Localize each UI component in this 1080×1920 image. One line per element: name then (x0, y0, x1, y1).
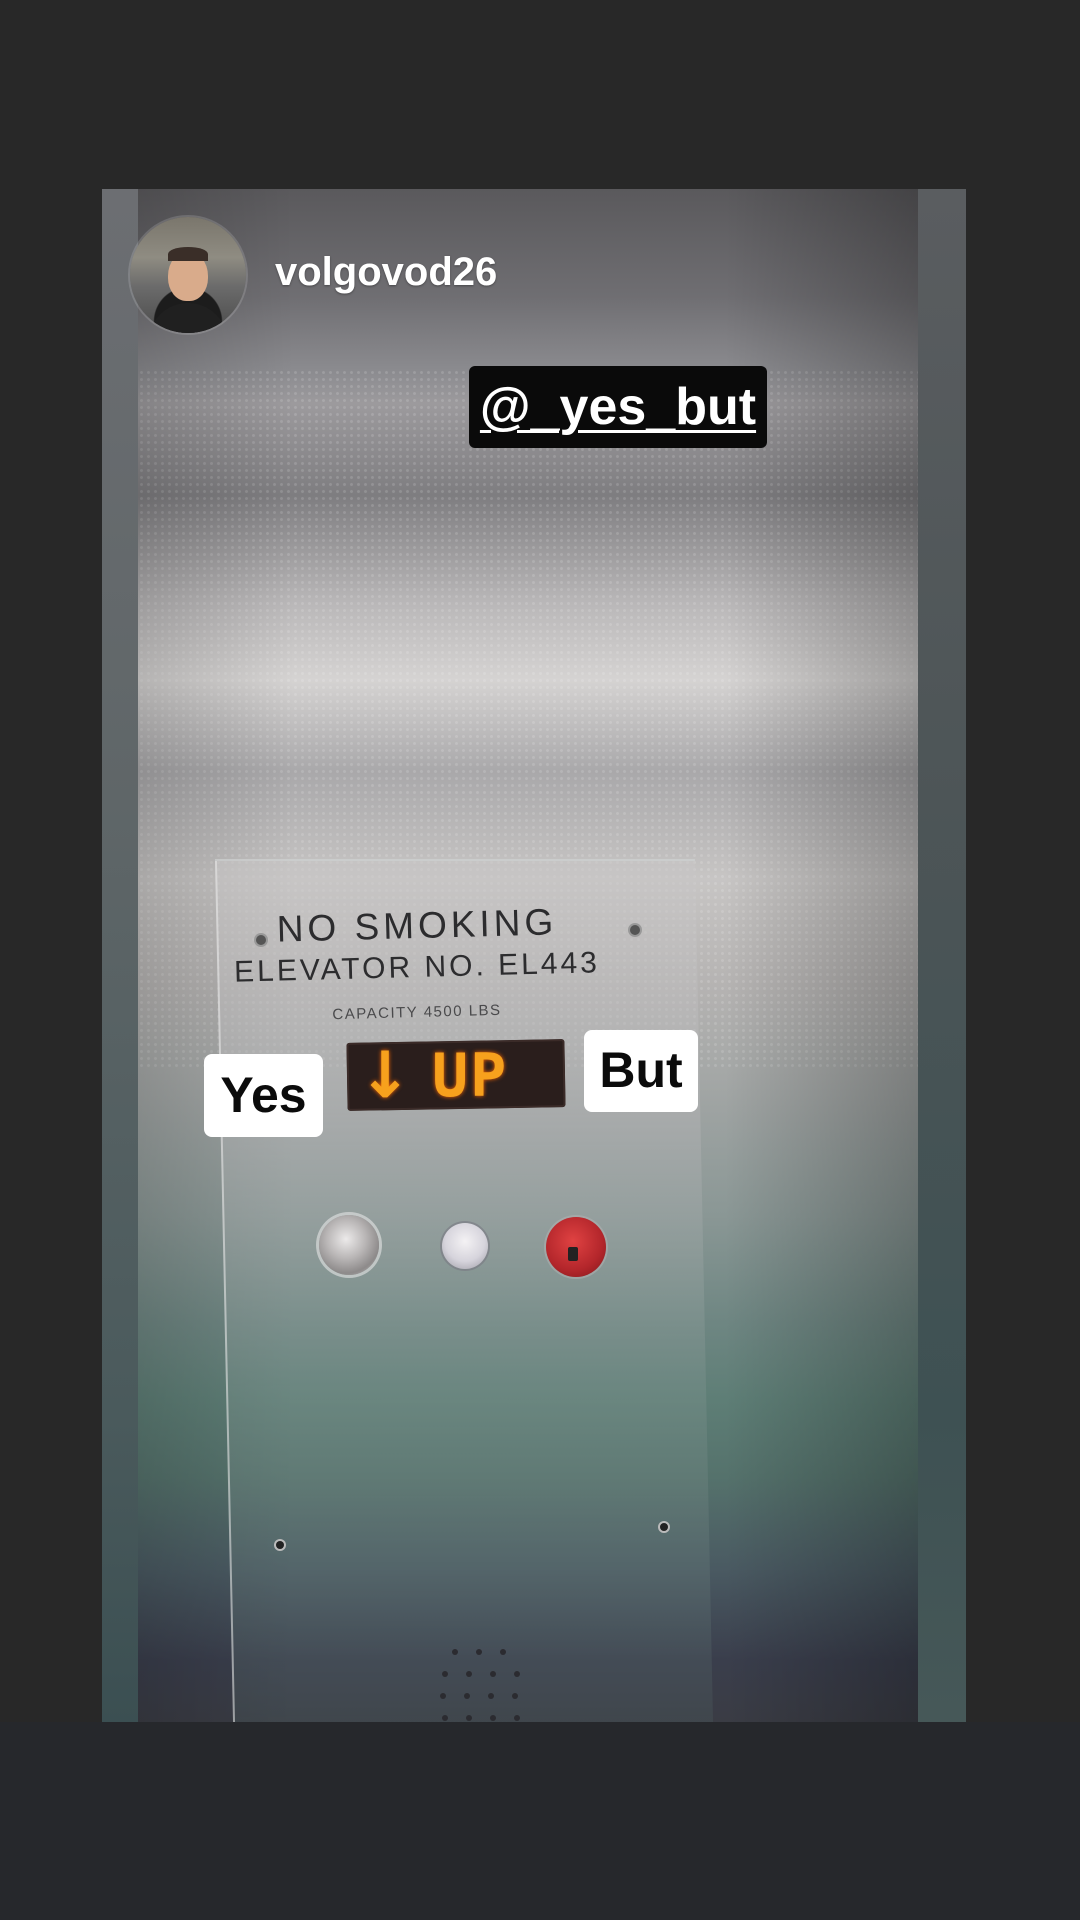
panel-screw (276, 1541, 284, 1549)
panel-screw (660, 1523, 668, 1531)
panel-screw (630, 925, 640, 935)
key-hole-icon (568, 1247, 578, 1261)
sign-no-smoking: NO SMOKING (276, 901, 558, 950)
elevator-panel (214, 859, 714, 1722)
elevator-button-silver (319, 1215, 379, 1275)
photo-edge-right (918, 189, 966, 1722)
background-bottom (0, 1722, 1080, 1920)
profile-avatar[interactable] (130, 217, 246, 333)
display-direction-text: UP (432, 1041, 509, 1111)
intercom-speaker (422, 1649, 532, 1722)
yes-text-sticker: Yes (204, 1054, 323, 1137)
elevator-button-light (442, 1223, 488, 1269)
mention-sticker[interactable]: @_yes_but (469, 366, 767, 448)
photo-edge-left (102, 189, 140, 1722)
down-arrow-icon: ↓ (358, 1039, 412, 1113)
but-text-sticker: But (584, 1030, 698, 1112)
profile-username[interactable]: volgovod26 (275, 250, 497, 295)
